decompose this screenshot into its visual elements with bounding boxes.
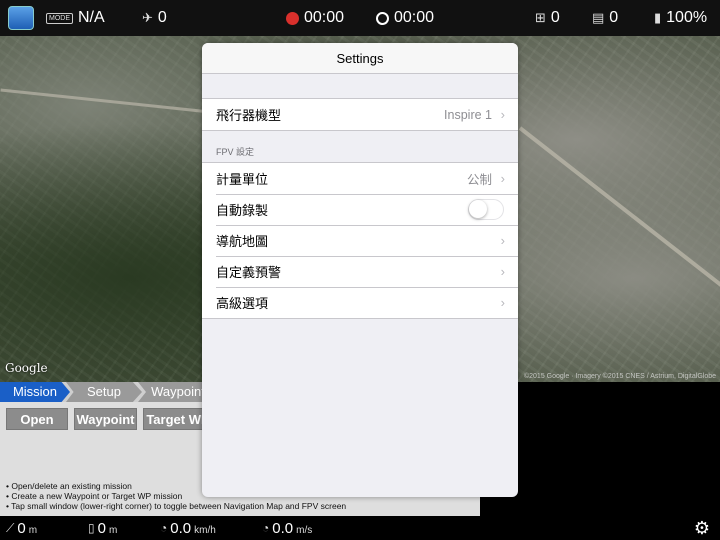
distance-icon: ⟋: [6, 520, 15, 535]
tab-setup[interactable]: Setup: [66, 382, 142, 402]
height-unit: m: [108, 524, 118, 536]
aircraft-group: 飛行器機型 Inspire 1 ›: [202, 98, 518, 131]
custom-alert-label: 自定義預警: [216, 265, 282, 280]
h-speed-unit: km/h: [194, 524, 216, 536]
aircraft-model-row[interactable]: 飛行器機型 Inspire 1 ›: [202, 99, 518, 130]
battery-icon: ▮: [654, 10, 662, 25]
rc-signal-value: 0: [550, 9, 560, 26]
flight-mode-value: N/A: [78, 9, 105, 26]
battery-indicator: ▮ 100%: [654, 0, 707, 36]
chevron-right-icon: ›: [500, 107, 505, 122]
record-time: 00:00: [304, 9, 345, 26]
record-dot-icon: [286, 11, 299, 25]
settings-title: Settings: [202, 43, 518, 74]
toggle-knob: [469, 200, 487, 218]
distance-unit: m: [28, 524, 38, 536]
map-road: [518, 126, 720, 290]
distance-readout: ⟋ 0 m: [6, 516, 37, 540]
hd-signal-icon: ▤: [592, 10, 605, 25]
horizontal-speed-icon: ◔: [160, 521, 168, 535]
vertical-speed-icon: ◔: [262, 521, 270, 535]
clock-icon: [376, 11, 389, 25]
satellite-count: 0: [157, 9, 167, 26]
auto-record-toggle[interactable]: [468, 199, 504, 220]
fpv-section-header: FPV 設定: [216, 147, 255, 157]
rc-signal-indicator: ⊞ 0: [535, 0, 560, 36]
tab-mission[interactable]: Mission: [0, 382, 70, 402]
hd-signal-indicator: ▤ 0: [592, 0, 618, 36]
height-value: 0: [97, 519, 106, 537]
help-line: • Tap small window (lower-right corner) …: [6, 501, 347, 511]
navigation-map-label: 導航地圖: [216, 234, 269, 249]
chevron-right-icon: ›: [500, 295, 505, 310]
v-speed-unit: m/s: [296, 524, 313, 536]
chevron-right-icon: ›: [500, 233, 505, 248]
satellite-icon: ✈: [142, 10, 153, 25]
units-value: 公制: [466, 173, 492, 187]
aircraft-model-value: Inspire 1: [444, 107, 492, 122]
custom-alert-row[interactable]: 自定義預警 ›: [202, 256, 518, 287]
top-status-bar: MODE N/A ✈ 0 00:00 00:00 ⊞ 0 ▤ 0 ▮ 100%: [0, 0, 720, 36]
h-speed-value: 0.0: [170, 519, 192, 537]
settings-popover: Settings 飛行器機型 Inspire 1 › FPV 設定 計量單位 公…: [202, 43, 518, 497]
flight-time: 00:00: [394, 9, 435, 26]
gps-indicator: ✈ 0: [142, 0, 167, 36]
record-timer: 00:00: [286, 0, 344, 36]
bottom-telemetry-bar: ⟋ 0 m ▯ 0 m ◔ 0.0 km/h ◔ 0.0 m/s ⚙: [0, 516, 720, 540]
google-logo: Google: [5, 361, 48, 375]
mission-tab-bar: Mission Setup Waypoint: [0, 382, 218, 402]
v-speed-value: 0.0: [272, 519, 294, 537]
height-readout: ▯ 0 m: [88, 516, 117, 540]
mode-icon: MODE: [46, 12, 73, 24]
gear-icon[interactable]: ⚙: [694, 518, 710, 539]
fpv-settings-group: 計量單位 公制 › 自動錄製 導航地圖 › 自定義預警 › 高級選項 ›: [202, 162, 518, 319]
height-icon: ▯: [88, 521, 95, 535]
flight-mode-indicator: MODE N/A: [46, 0, 105, 36]
auto-record-label: 自動錄製: [216, 203, 269, 218]
flight-timer: 00:00: [376, 0, 434, 36]
navigation-map-row[interactable]: 導航地圖 ›: [202, 225, 518, 256]
chevron-right-icon: ›: [500, 264, 505, 279]
waypoint-mission-button[interactable]: Waypoint: [74, 408, 137, 430]
units-row[interactable]: 計量單位 公制 ›: [202, 163, 518, 194]
remote-controller-icon: ⊞: [535, 10, 546, 25]
open-mission-button[interactable]: Open: [6, 408, 68, 430]
auto-record-row: 自動錄製: [202, 194, 518, 225]
hd-signal-value: 0: [609, 9, 619, 26]
horizontal-speed-readout: ◔ 0.0 km/h: [160, 516, 216, 540]
map-road: [0, 88, 220, 115]
app-home-button[interactable]: [8, 0, 34, 36]
battery-value: 100%: [666, 9, 708, 26]
chevron-right-icon: ›: [500, 171, 505, 186]
advanced-options-row[interactable]: 高級選項 ›: [202, 287, 518, 318]
distance-value: 0: [17, 519, 26, 537]
units-label: 計量單位: [216, 172, 269, 187]
map-attribution: ©2015 Google · Imagery ©2015 CNES / Astr…: [523, 373, 716, 380]
vertical-speed-readout: ◔ 0.0 m/s: [262, 516, 312, 540]
advanced-options-label: 高級選項: [216, 296, 269, 311]
aircraft-model-label: 飛行器機型: [216, 108, 282, 123]
drone-app-icon: [8, 6, 34, 30]
